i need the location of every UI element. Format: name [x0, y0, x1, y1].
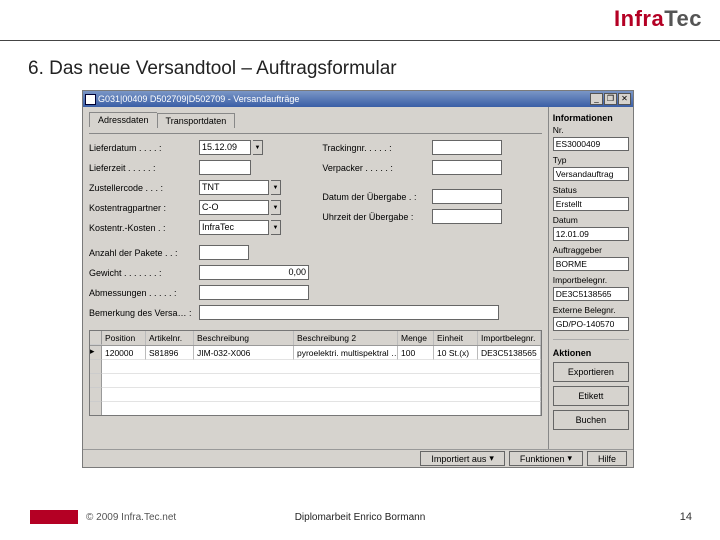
input-lieferzeit[interactable] — [199, 160, 251, 175]
footer-accent — [30, 510, 78, 524]
side-panel: Informationen Nr. ES3000409 Typ Versanda… — [548, 107, 633, 449]
col-position[interactable]: Position — [102, 331, 146, 345]
window-title: G031|00409 D502709|D502709 - Versandauft… — [98, 94, 299, 104]
minimize-button[interactable]: _ — [590, 93, 603, 105]
label-lieferzeit: Lieferzeit . . . . . : — [89, 163, 197, 173]
label-datum-uebergabe: Datum der Übergabe . : — [322, 192, 430, 202]
label-anzpakete: Anzahl der Pakete . . : — [89, 248, 197, 258]
table-row[interactable]: ▸ 120000 S81896 JIM-032-X006 pyroelektri… — [90, 346, 541, 360]
divider — [0, 40, 720, 41]
chevron-down-icon: ▾ — [567, 453, 572, 464]
col-beschreibung[interactable]: Beschreibung — [194, 331, 294, 345]
buchen-button[interactable]: Buchen — [553, 410, 629, 430]
label-abmessungen: Abmessungen . . . . . : — [89, 288, 197, 298]
copyright: © 2009 Infra.Tec.net — [86, 512, 176, 523]
app-icon — [85, 94, 96, 105]
label-trackingnr: Trackingnr. . . . . : — [322, 143, 430, 153]
label-lieferdatum: Lieferdatum . . . . : — [89, 143, 197, 153]
col-einheit[interactable]: Einheit — [434, 331, 478, 345]
input-lieferdatum[interactable]: 15.12.09 — [199, 140, 251, 155]
importiert-aus-button[interactable]: Importiert aus▾ — [420, 451, 505, 466]
footer-title: Diplomarbeit Enrico Bormann — [295, 512, 426, 523]
label-verpacker: Verpacker . . . . . : — [322, 163, 430, 173]
tab-adressdaten[interactable]: Adressdaten — [89, 112, 157, 127]
label-kostentragpartner: Kostentragpartner : — [89, 203, 197, 213]
col-menge[interactable]: Menge — [398, 331, 434, 345]
exportieren-button[interactable]: Exportieren — [553, 362, 629, 382]
label-bemerkung: Bemerkung des Versa… : — [89, 308, 197, 318]
dropdown-icon[interactable]: ▼ — [271, 220, 281, 235]
side-typ: Versandauftrag — [553, 167, 629, 181]
dropdown-icon[interactable]: ▼ — [253, 140, 263, 155]
col-beschreibung2[interactable]: Beschreibung 2 — [294, 331, 398, 345]
side-status: Erstellt — [553, 197, 629, 211]
maximize-button[interactable]: ❐ — [604, 93, 617, 105]
side-nr: ES3000409 — [553, 137, 629, 151]
side-auftraggeber: BORME — [553, 257, 629, 271]
row-selector-icon[interactable]: ▸ — [90, 346, 102, 360]
input-anzpakete[interactable] — [199, 245, 249, 260]
side-info-header: Informationen — [553, 113, 629, 123]
label-zustellercode: Zustellercode . . . : — [89, 183, 197, 193]
dropdown-icon[interactable]: ▼ — [271, 180, 281, 195]
slide-title: 6. Das neue Versandtool – Auftragsformul… — [28, 58, 397, 80]
side-datum: 12.01.09 — [553, 227, 629, 241]
side-externe-belegnr: GD/PO-140570 — [553, 317, 629, 331]
window-footer: Importiert aus▾ Funktionen▾ Hilfe — [83, 449, 633, 467]
input-trackingnr[interactable] — [432, 140, 502, 155]
slide-footer: © 2009 Infra.Tec.net Diplomarbeit Enrico… — [0, 506, 720, 528]
app-window: G031|00409 D502709|D502709 - Versandauft… — [82, 90, 634, 468]
brand-logo: InfraTec — [614, 6, 702, 32]
titlebar[interactable]: G031|00409 D502709|D502709 - Versandauft… — [83, 91, 633, 107]
col-artikelnr[interactable]: Artikelnr. — [146, 331, 194, 345]
input-bemerkung[interactable] — [199, 305, 499, 320]
items-grid[interactable]: Position Artikelnr. Beschreibung Beschre… — [89, 330, 542, 416]
dropdown-icon[interactable]: ▼ — [271, 200, 281, 215]
hilfe-button[interactable]: Hilfe — [587, 451, 627, 466]
input-verpacker[interactable] — [432, 160, 502, 175]
label-gewicht: Gewicht . . . . . . . : — [89, 268, 197, 278]
label-kostentkosten: Kostentr.-Kosten . : — [89, 223, 197, 233]
page-number: 14 — [680, 511, 692, 523]
col-importbelegnr[interactable]: Importbelegnr. — [478, 331, 541, 345]
chevron-down-icon: ▾ — [489, 453, 494, 464]
label-uhrzeit-uebergabe: Uhrzeit der Übergabe : — [322, 212, 430, 222]
close-button[interactable]: ✕ — [618, 93, 631, 105]
tab-transportdaten[interactable]: Transportdaten — [157, 113, 236, 128]
input-abmessungen[interactable] — [199, 285, 309, 300]
input-uhrzeit-uebergabe[interactable] — [432, 209, 502, 224]
etikett-button[interactable]: Etikett — [553, 386, 629, 406]
input-datum-uebergabe[interactable] — [432, 189, 502, 204]
input-kostentkosten[interactable]: InfraTec — [199, 220, 269, 235]
input-kostentragpartner[interactable]: C-O — [199, 200, 269, 215]
side-actions-header: Aktionen — [553, 348, 629, 358]
side-importbelegnr: DE3C5138565 — [553, 287, 629, 301]
funktionen-button[interactable]: Funktionen▾ — [509, 451, 583, 466]
input-gewicht[interactable]: 0,00 — [199, 265, 309, 280]
input-zustellercode[interactable]: TNT — [199, 180, 269, 195]
